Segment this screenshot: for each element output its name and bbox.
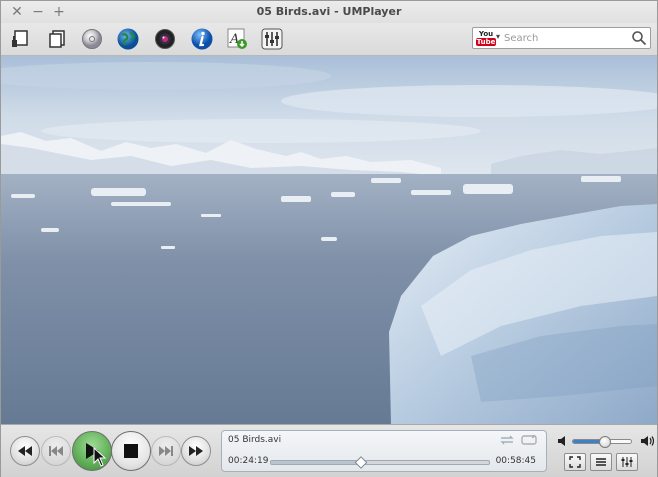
equalizer-button[interactable]: [259, 26, 285, 52]
control-bar: 05 Birds.avi 00:24:19 00:58:45: [1, 424, 657, 477]
shuffle-button[interactable]: [520, 434, 538, 446]
shuffle-icon: [521, 435, 537, 445]
seek-handle[interactable]: [354, 456, 368, 469]
youtube-logo[interactable]: You Tube: [476, 30, 496, 46]
equalizer-sliders-icon: [621, 457, 633, 467]
toolbar: A You Tube ▾: [1, 23, 657, 56]
equalizer-icon: [261, 28, 283, 50]
previous-icon: [49, 446, 63, 456]
seek-bar-fill: [271, 461, 362, 464]
info-button[interactable]: [189, 26, 215, 52]
video-display[interactable]: [1, 56, 657, 424]
player-window: ✕ − + 05 Birds.avi - UMPlayer A You Tube…: [0, 0, 658, 477]
previous-button[interactable]: [41, 436, 71, 466]
repeat-button[interactable]: [498, 434, 516, 446]
fullscreen-button[interactable]: [564, 453, 586, 471]
total-time: 00:58:45: [495, 456, 536, 466]
window-title: 05 Birds.avi - UMPlayer: [256, 5, 402, 18]
volume-handle[interactable]: [598, 436, 611, 448]
now-playing-filename: 05 Birds.avi: [228, 435, 282, 445]
chevron-down-icon[interactable]: ▾: [496, 32, 500, 41]
youtube-search-box: You Tube ▾: [472, 27, 651, 49]
title-bar: ✕ − + 05 Birds.avi - UMPlayer: [1, 1, 657, 23]
mouse-cursor-icon: [93, 447, 107, 467]
next-button[interactable]: [151, 436, 181, 466]
search-icon[interactable]: [631, 30, 647, 46]
playlist-icon: [596, 458, 606, 466]
subtitle-download-icon: A: [227, 28, 247, 49]
open-url-button[interactable]: [115, 26, 141, 52]
stop-icon: [124, 444, 138, 458]
youtube-search-input[interactable]: [504, 30, 628, 46]
current-time: 00:24:19: [228, 456, 269, 466]
youtube-logo-you: You: [478, 30, 494, 38]
disc-icon: [82, 29, 102, 49]
equalizer-toggle-button[interactable]: [616, 453, 638, 471]
video-frame: [1, 56, 657, 424]
youtube-logo-tube: Tube: [476, 38, 496, 46]
open-webcam-button[interactable]: [152, 26, 178, 52]
fast-forward-icon: [189, 446, 203, 456]
open-file-icon: [12, 30, 28, 47]
open-file-button[interactable]: [7, 26, 33, 52]
globe-icon: [117, 28, 139, 50]
fullscreen-icon: [569, 456, 581, 468]
rewind-icon: [18, 446, 32, 456]
subtitles-button[interactable]: A: [224, 26, 250, 52]
volume-high-icon[interactable]: [640, 435, 654, 447]
playlist-button[interactable]: [590, 453, 612, 471]
volume-low-icon[interactable]: [557, 435, 569, 447]
volume-slider[interactable]: [572, 436, 632, 448]
open-disc-button[interactable]: [79, 26, 105, 52]
stop-button[interactable]: [111, 431, 151, 471]
webcam-icon: [155, 29, 175, 49]
open-folder-button[interactable]: [44, 26, 70, 52]
rewind-button[interactable]: [10, 436, 40, 466]
repeat-icon: [500, 435, 514, 445]
fast-forward-button[interactable]: [181, 436, 211, 466]
now-playing-panel: 05 Birds.avi 00:24:19 00:58:45: [221, 430, 547, 472]
folder-icon: [49, 30, 65, 48]
next-icon: [159, 446, 173, 456]
info-icon: [191, 28, 213, 50]
seek-bar[interactable]: [270, 456, 490, 469]
